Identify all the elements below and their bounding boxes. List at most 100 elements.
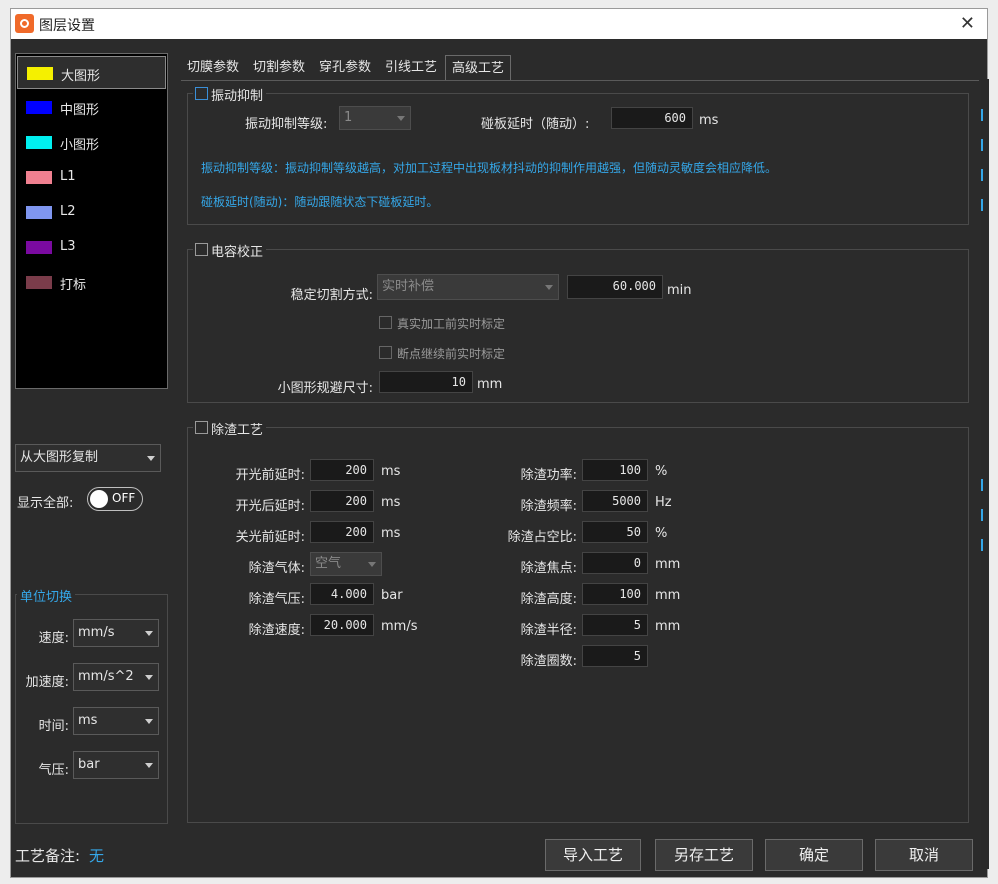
slag-pressure-unit: bar [381,588,403,603]
chevron-down-icon [145,675,153,680]
small-shape-avoid-input[interactable]: 10 [379,371,473,393]
slag-pressure-input[interactable]: 4.000 [310,583,374,605]
save-as-process-button[interactable]: 另存工艺 [655,839,753,871]
stable-cut-mode-value: 实时补偿 [382,279,435,294]
toggle-knob [90,490,108,508]
vibration-checkbox[interactable] [195,87,208,100]
slag-radius-label: 除渣半径: [520,623,577,638]
pressure-unit-dropdown[interactable]: bar [73,751,159,779]
edge-mark [981,539,989,551]
chevron-down-icon [145,719,153,724]
tab-panel-border [181,80,979,81]
time-unit-dropdown[interactable]: ms [73,707,159,735]
unit-switch-title: 单位切换 [17,586,76,605]
layer-item-l3[interactable]: L3 [17,231,166,264]
layer-label: 中图形 [60,103,100,118]
stable-cut-mode-dropdown[interactable]: 实时补偿 [377,274,559,300]
slag-frequency-input[interactable]: 5000 [582,490,648,512]
layer-item-marking[interactable]: 打标 [17,266,166,299]
layer-color-swatch [26,276,52,289]
layer-color-swatch [26,136,52,149]
small-shape-avoid-label: 小图形规避尺寸: [277,381,373,396]
chevron-down-icon [145,631,153,636]
post-light-delay-input[interactable]: 200 [310,490,374,512]
remark-label: 工艺备注: [15,847,81,865]
ok-button[interactable]: 确定 [765,839,863,871]
calibrate-before-resume-checkbox[interactable] [379,346,392,359]
time-label: 时间: [38,719,69,734]
window-title: 图层设置 [39,18,95,34]
calibrate-before-real-checkbox[interactable] [379,316,392,329]
tab-lead-in[interactable]: 引线工艺 [379,55,443,81]
slag-gas-dropdown[interactable]: 空气 [310,552,382,576]
accel-unit-dropdown[interactable]: mm/s^2 [73,663,159,691]
slag-radius-input[interactable]: 5 [582,614,648,636]
layer-color-swatch [26,101,52,114]
time-unit-value: ms [78,713,98,728]
layer-item-l2[interactable]: L2 [17,196,166,229]
layer-item-large[interactable]: 大图形 [17,56,166,89]
collision-delay-input[interactable]: 600 [611,107,693,129]
tab-film-cutting[interactable]: 切膜参数 [181,55,245,81]
vibration-level-dropdown[interactable]: 1 [339,106,411,130]
slag-speed-unit: mm/s [381,619,418,634]
slag-radius-unit: mm [655,619,681,634]
layer-label: L2 [60,204,76,219]
cancel-button[interactable]: 取消 [875,839,973,871]
tab-advanced[interactable]: 高级工艺 [445,55,511,81]
show-all-toggle[interactable]: OFF [87,487,143,511]
layer-item-medium[interactable]: 中图形 [17,91,166,124]
collision-delay-unit: ms [699,113,719,128]
edge-mark [981,509,989,521]
slag-gas-label: 除渣气体: [248,561,305,576]
capacitance-checkbox[interactable] [195,243,208,256]
import-process-button[interactable]: 导入工艺 [545,839,641,871]
layer-item-l1[interactable]: L1 [17,161,166,194]
slag-duty-label: 除渣占空比: [507,530,577,545]
edge-mark [981,479,989,491]
vibration-level-value: 1 [344,110,353,125]
toggle-state: OFF [112,491,136,505]
post-light-delay-unit: ms [381,495,401,510]
tab-piercing[interactable]: 穿孔参数 [313,55,377,81]
layer-label: 小图形 [60,138,100,153]
slag-duty-unit: % [655,526,668,541]
slag-checkbox[interactable] [195,421,208,434]
edge-mark [981,169,989,181]
pre-off-delay-input[interactable]: 200 [310,521,374,543]
layer-color-swatch [26,171,52,184]
edge-mark [981,199,989,211]
stable-cut-time-input[interactable]: 60.000 [567,275,663,299]
chevron-down-icon [397,116,405,121]
edge-mark [981,109,989,121]
chevron-down-icon [368,562,376,567]
slag-focus-label: 除渣焦点: [520,561,577,576]
speed-label: 速度: [38,631,69,646]
slag-pressure-label: 除渣气压: [248,592,305,607]
layer-settings-window: 图层设置 ✕ 大图形 中图形 小图形 L1 L2 L3 打标 从大图形复制 显示… [10,8,989,878]
layer-color-swatch [26,206,52,219]
pre-off-delay-unit: ms [381,526,401,541]
slag-speed-input[interactable]: 20.000 [310,614,374,636]
copy-from-dropdown[interactable]: 从大图形复制 [15,444,161,472]
tab-cutting[interactable]: 切割参数 [247,55,311,81]
chevron-down-icon [147,456,155,461]
slag-frequency-label: 除渣频率: [520,499,577,514]
pre-light-delay-input[interactable]: 200 [310,459,374,481]
pressure-label: 气压: [38,763,69,778]
collision-delay-note: 碰板延时(随动)：随动跟随状态下碰板延时。 [201,195,439,209]
slag-height-input[interactable]: 100 [582,583,648,605]
speed-unit-dropdown[interactable]: mm/s [73,619,159,647]
vibration-level-label: 振动抑制等级: [245,117,328,132]
chevron-down-icon [145,763,153,768]
close-icon[interactable]: ✕ [960,13,975,34]
pre-light-delay-unit: ms [381,464,401,479]
app-logo-icon [15,14,34,33]
slag-focus-input[interactable]: 0 [582,552,648,574]
slag-turns-input[interactable]: 5 [582,645,648,667]
layer-item-small[interactable]: 小图形 [17,126,166,159]
slag-power-input[interactable]: 100 [582,459,648,481]
layer-label: 打标 [60,278,87,293]
layer-label: 大图形 [61,69,101,84]
slag-duty-input[interactable]: 50 [582,521,648,543]
